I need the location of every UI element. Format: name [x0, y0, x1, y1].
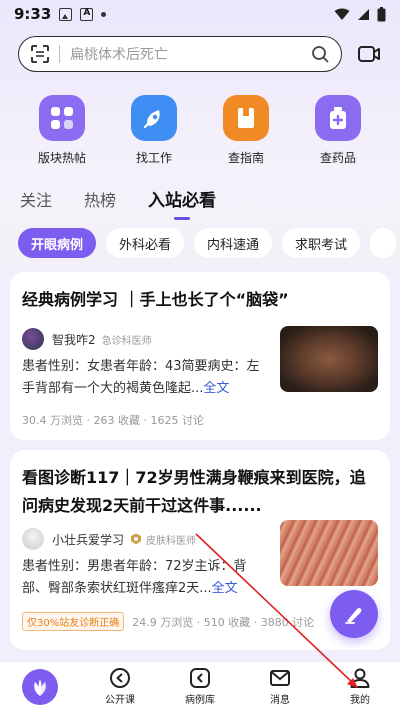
grid-icon: [39, 95, 85, 141]
chip-eye-opening-cases[interactable]: 开眼病例: [18, 228, 97, 258]
profile-icon: [350, 668, 370, 688]
nav-messages[interactable]: 消息: [240, 662, 320, 711]
bottom-nav: 公开课 病例库 消息 我的: [0, 661, 400, 711]
post-stats: 仅30%站友诊断正确 24.9 万浏览 · 510 收藏 · 3880 讨论: [22, 612, 378, 631]
post-thumbnail[interactable]: [280, 520, 378, 586]
diagnosis-rate-tag: 仅30%站友诊断正确: [22, 612, 125, 631]
nav-profile[interactable]: 我的: [320, 662, 400, 711]
nav-home[interactable]: [0, 662, 80, 711]
quick-label: 查指南: [227, 151, 264, 165]
play-icon: [110, 668, 130, 688]
search-input[interactable]: 扁桃体术后死亡: [70, 44, 311, 64]
fulltext-link[interactable]: 全文: [203, 381, 229, 396]
status-time: 9:33: [14, 5, 52, 23]
nav-label: 我的: [350, 695, 370, 706]
fulltext-link[interactable]: 全文: [212, 581, 238, 596]
quick-label: 版块热帖: [37, 151, 86, 165]
mail-icon: [270, 670, 290, 686]
author-role: 皮肤科医师: [146, 535, 197, 547]
nav-label: 病例库: [185, 695, 215, 706]
home-leaf-icon: [22, 668, 58, 705]
medicine-icon: [315, 95, 361, 141]
tab-follow[interactable]: 关注: [20, 187, 52, 211]
tab-active-indicator: [174, 217, 191, 220]
dot-notification-icon: [101, 11, 107, 17]
nav-label: 消息: [270, 695, 290, 706]
quick-label: 找工作: [135, 151, 172, 165]
quick-item-drugs[interactable]: 查药品: [298, 95, 378, 166]
rocket-icon: [131, 95, 177, 141]
battery-icon: [377, 6, 386, 21]
nav-case-library[interactable]: 病例库: [160, 662, 240, 711]
quick-item-hot-posts[interactable]: 版块热帖: [22, 95, 102, 166]
post-excerpt: 患者性别：女患者年龄：43简要病史：左手背部有一个大的褐黄色隆起...全文: [22, 356, 280, 400]
tab-label: 入站必看: [148, 191, 217, 211]
chip-more[interactable]: [370, 228, 397, 258]
tab-hot-list[interactable]: 热榜: [84, 187, 116, 211]
post-title[interactable]: 经典病例学习 ｜手上也长了个“脑袋”: [22, 286, 378, 314]
quick-access-row: 版块热帖 找工作 查指南 查药品: [0, 95, 400, 166]
post-title[interactable]: 看图诊断117｜72岁男性满身鞭痕来到医院，追问病史发现2天前干过这件事....…: [22, 464, 378, 520]
search-icon[interactable]: [311, 45, 329, 63]
signal-icon: [358, 8, 369, 20]
scan-icon[interactable]: [31, 45, 49, 63]
search-divider: [59, 45, 60, 63]
status-bar: 9:33 A: [0, 0, 400, 28]
pen-icon: [345, 608, 362, 624]
post-excerpt: 患者性别：男患者年龄：72岁主诉：背部、臀部条索状红斑伴瘙痒2天...全文: [22, 556, 280, 600]
search-box[interactable]: 扁桃体术后死亡: [18, 36, 342, 72]
quick-label: 查药品: [319, 151, 356, 165]
nav-open-course[interactable]: 公开课: [80, 662, 160, 711]
gallery-notification-icon: [59, 7, 73, 21]
post-thumbnail[interactable]: [280, 326, 378, 392]
chip-internal-medicine[interactable]: 内科速通: [194, 228, 273, 258]
category-chips: 开眼病例 外科必看 内科速通 求职考试: [18, 228, 400, 258]
video-call-icon[interactable]: [356, 41, 382, 67]
feed-tabs: 关注 热榜 入站必看: [20, 186, 217, 220]
tab-must-see[interactable]: 入站必看: [148, 186, 217, 220]
author-role: 急诊科医师: [101, 335, 152, 347]
post-stats: 30.4 万浏览 · 263 收藏 · 1625 讨论: [22, 414, 204, 427]
author-name[interactable]: 智我咋2: [52, 331, 96, 348]
author-row: 小壮兵爱学习 皮肤科医师: [22, 528, 280, 550]
compose-button[interactable]: [330, 590, 378, 638]
search-row: 扁桃体术后死亡: [18, 36, 390, 72]
author-row: 智我咋2 急诊科医师: [22, 328, 280, 350]
certified-badge-icon: [131, 533, 142, 545]
wifi-icon: [334, 8, 350, 20]
post-card[interactable]: 经典病例学习 ｜手上也长了个“脑袋” 智我咋2 急诊科医师 患者性别：女患者年龄…: [10, 272, 390, 440]
chip-job-exams[interactable]: 求职考试: [282, 228, 361, 258]
avatar[interactable]: [22, 528, 44, 550]
case-library-icon: [190, 668, 210, 688]
author-name[interactable]: 小壮兵爱学习: [52, 531, 124, 548]
avatar[interactable]: [22, 328, 44, 350]
nav-label: 公开课: [105, 695, 135, 706]
book-icon: [223, 95, 269, 141]
quick-item-guidelines[interactable]: 查指南: [206, 95, 286, 166]
stats-text: 24.9 万浏览 · 510 收藏 · 3880 讨论: [132, 615, 315, 629]
quick-item-find-job[interactable]: 找工作: [114, 95, 194, 166]
a-notification-icon: A: [80, 7, 94, 21]
chip-surgery[interactable]: 外科必看: [106, 228, 185, 258]
